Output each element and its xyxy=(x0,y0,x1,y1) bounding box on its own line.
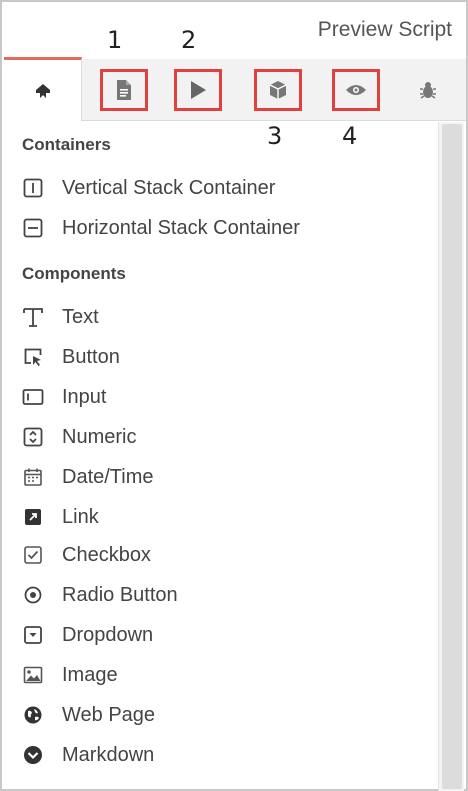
list-item-label: Input xyxy=(62,385,107,408)
tab-debug[interactable] xyxy=(400,59,456,121)
tab-bar xyxy=(4,57,466,121)
list-item-datetime[interactable]: Date/Time xyxy=(20,462,154,492)
preview-script-link[interactable]: Preview Script xyxy=(318,18,452,42)
list-item-label: Button xyxy=(62,345,120,368)
highlight-box-2 xyxy=(174,69,222,111)
list-item-label: Web Page xyxy=(62,703,156,726)
play-icon xyxy=(189,80,207,100)
list-item-markdown[interactable]: Markdown xyxy=(20,740,154,770)
list-item-dropdown[interactable]: Dropdown xyxy=(20,620,153,650)
list-item-horizontal-stack[interactable]: Horizontal Stack Container xyxy=(20,213,300,243)
list-item-web-page[interactable]: Web Page xyxy=(20,700,155,730)
list-item-label: Checkbox xyxy=(62,543,151,566)
dropdown-icon xyxy=(20,622,46,648)
text-icon xyxy=(20,304,46,330)
document-icon xyxy=(115,79,133,101)
list-item-button[interactable]: Button xyxy=(20,342,120,372)
input-icon xyxy=(20,384,46,410)
palette-pin-icon xyxy=(33,81,53,101)
highlight-box-1 xyxy=(100,69,148,111)
bug-icon xyxy=(418,80,438,100)
tab-eye[interactable] xyxy=(326,59,386,121)
section-title-components: Components xyxy=(22,264,126,283)
image-icon xyxy=(20,662,46,688)
markdown-icon xyxy=(20,742,46,768)
scrollbar-thumb[interactable] xyxy=(442,124,462,789)
tab-cube[interactable] xyxy=(248,59,308,121)
callout-3: 3 xyxy=(267,122,283,150)
list-item-label: Markdown xyxy=(62,743,155,766)
highlight-box-3 xyxy=(254,69,302,111)
list-item-radio[interactable]: Radio Button xyxy=(20,580,178,610)
list-item-label: Vertical Stack Container xyxy=(62,176,276,199)
link-icon xyxy=(20,504,46,530)
callout-1: 1 xyxy=(107,26,123,54)
list-item-input[interactable]: Input xyxy=(20,382,106,412)
list-item-image[interactable]: Image xyxy=(20,660,118,690)
callout-2: 2 xyxy=(181,26,197,54)
radio-icon xyxy=(20,582,46,608)
cube-icon xyxy=(268,80,288,100)
list-item-numeric[interactable]: Numeric xyxy=(20,422,136,452)
tab-document[interactable] xyxy=(94,59,154,121)
highlight-box-4 xyxy=(332,69,380,111)
list-item-text[interactable]: Text xyxy=(20,302,99,332)
eye-icon xyxy=(345,83,367,97)
callout-4: 4 xyxy=(342,122,358,150)
list-item-label: Link xyxy=(62,505,99,528)
vertical-stack-icon xyxy=(20,175,46,201)
list-item-label: Date/Time xyxy=(62,465,154,488)
button-cursor-icon xyxy=(20,344,46,370)
tab-toolbox[interactable] xyxy=(4,57,82,121)
checkbox-icon xyxy=(20,542,46,568)
section-title-containers: Containers xyxy=(22,135,111,154)
list-item-label: Horizontal Stack Container xyxy=(62,216,300,239)
list-item-label: Dropdown xyxy=(62,623,154,646)
numeric-icon xyxy=(20,424,46,450)
list-item-link[interactable]: Link xyxy=(20,502,99,532)
horizontal-stack-icon xyxy=(20,215,46,241)
list-item-checkbox[interactable]: Checkbox xyxy=(20,540,151,570)
list-item-vertical-stack[interactable]: Vertical Stack Container xyxy=(20,173,275,203)
globe-icon xyxy=(20,702,46,728)
list-item-label: Text xyxy=(62,305,99,328)
tab-play[interactable] xyxy=(168,59,228,121)
list-item-label: Image xyxy=(62,663,118,686)
calendar-icon xyxy=(20,464,46,490)
toolbox-panel: Preview Script 1 2 3 4 Containers Vertic… xyxy=(0,0,468,791)
list-item-label: Radio Button xyxy=(62,583,178,606)
list-item-label: Numeric xyxy=(62,425,137,448)
